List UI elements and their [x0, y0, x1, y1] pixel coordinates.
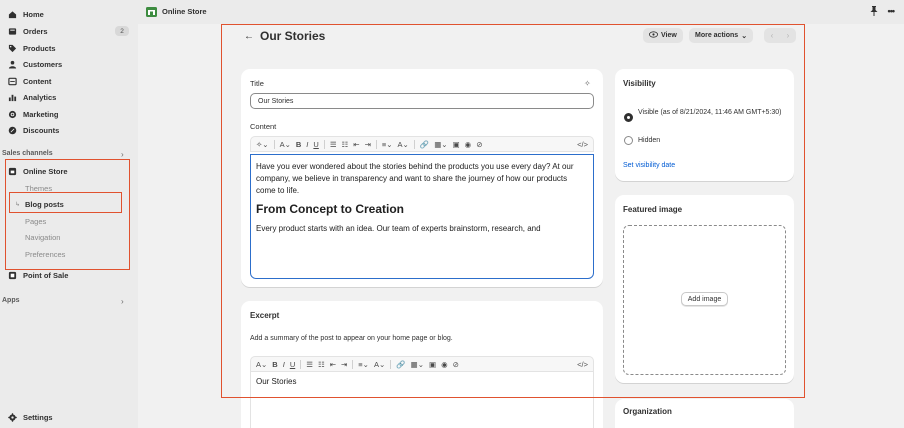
content-icon [8, 77, 17, 86]
nav-label: Point of Sale [23, 270, 69, 280]
nav-label: Marketing [23, 109, 59, 119]
organization-card: Organization [615, 399, 794, 428]
target-icon [8, 110, 17, 119]
gear-icon [8, 412, 17, 422]
organization-title: Organization [623, 407, 672, 416]
nav-item-orders[interactable]: Orders [8, 24, 48, 38]
main-content: ← Our Stories View More actions ⌄ ‹ › Ti… [138, 24, 904, 428]
pin-icon[interactable] [870, 6, 878, 18]
analytics-icon [8, 93, 17, 102]
discount-icon [8, 126, 17, 135]
nav-label: Settings [23, 412, 53, 422]
nav-label: Content [23, 76, 52, 86]
highlight-box [9, 192, 122, 213]
orders-count-badge: 2 [115, 26, 129, 36]
nav-label: Home [23, 9, 44, 19]
highlight-box [5, 159, 130, 270]
nav-item-products[interactable]: Products [8, 41, 56, 55]
nav-label: Customers [23, 59, 63, 69]
nav-item-marketing[interactable]: Marketing [8, 107, 58, 121]
sidebar: Home Orders 2 Products Customers Content… [0, 0, 138, 428]
nav-item-analytics[interactable]: Analytics [8, 90, 56, 104]
home-icon [8, 10, 17, 19]
nav-label: Orders [23, 26, 48, 36]
nav-item-customers[interactable]: Customers [8, 57, 62, 71]
nav-item-discounts[interactable]: Discounts [8, 123, 59, 137]
apps-label: Apps [2, 297, 20, 304]
nav-label: Discounts [23, 125, 60, 135]
online-store-icon [146, 6, 157, 17]
chevron-right-icon[interactable]: › [121, 150, 124, 159]
chevron-right-icon[interactable]: › [121, 297, 124, 306]
nav-item-point-of-sale[interactable]: Point of Sale [8, 268, 68, 282]
nav-label: Products [23, 43, 56, 53]
sales-channels-label: Sales channels [2, 150, 53, 157]
nav-item-home[interactable]: Home [8, 7, 44, 21]
orders-icon [8, 27, 17, 36]
pos-icon [8, 271, 17, 280]
tag-icon [8, 44, 17, 53]
highlight-box [221, 24, 805, 398]
nav-label: Analytics [23, 92, 57, 102]
store-name: Online Store [162, 7, 207, 16]
more-horizontal-icon[interactable]: ••• [888, 6, 896, 18]
nav-item-settings[interactable]: Settings [8, 410, 53, 424]
topbar: Online Store ••• [138, 0, 904, 24]
nav-item-content[interactable]: Content [8, 74, 51, 88]
person-icon [8, 60, 17, 69]
